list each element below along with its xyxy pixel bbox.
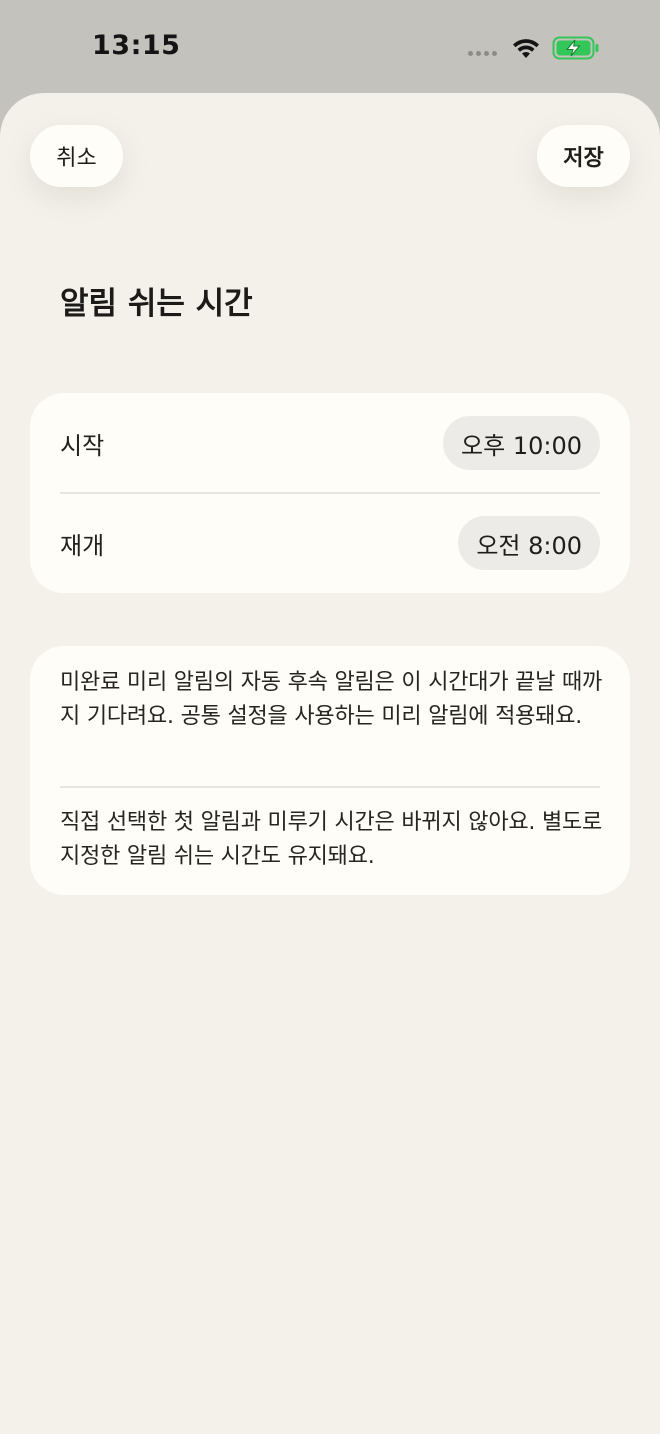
resume-time-row[interactable]: 재개 오전 8:00 xyxy=(60,493,600,593)
cancel-button[interactable]: 취소 xyxy=(30,125,123,187)
start-time-picker[interactable]: 오후 10:00 xyxy=(443,416,600,470)
start-time-row[interactable]: 시작 오후 10:00 xyxy=(60,393,600,493)
quiet-hours-card: 시작 오후 10:00 재개 오전 8:00 xyxy=(30,393,630,593)
info-paragraph-followup: 미완료 미리 알림의 자동 후속 알림은 이 시간대가 끝날 때까지 기다려요.… xyxy=(60,670,603,729)
page-title: 알림 쉬는 시간 xyxy=(60,286,253,322)
info-paragraph-unchanged: 직접 선택한 첫 알림과 미루기 시간은 바뀌지 않아요. 별도로 지정한 알림… xyxy=(60,810,603,869)
signal-dots-icon xyxy=(468,51,497,56)
status-bar: 13:15 xyxy=(0,0,660,93)
status-time: 13:15 xyxy=(92,30,181,61)
start-label: 시작 xyxy=(60,431,105,460)
resume-label: 재개 xyxy=(60,531,105,560)
divider xyxy=(60,786,600,788)
wifi-icon xyxy=(513,39,539,58)
bottom-sheet: 취소 저장 알림 쉬는 시간 시작 오후 10:00 재개 오전 8:00 미완… xyxy=(0,93,660,1434)
save-button[interactable]: 저장 xyxy=(537,125,630,187)
resume-time-picker[interactable]: 오전 8:00 xyxy=(458,516,600,570)
battery-charging-icon xyxy=(552,36,599,60)
info-card: 미완료 미리 알림의 자동 후속 알림은 이 시간대가 끝날 때까지 기다려요.… xyxy=(30,646,630,895)
